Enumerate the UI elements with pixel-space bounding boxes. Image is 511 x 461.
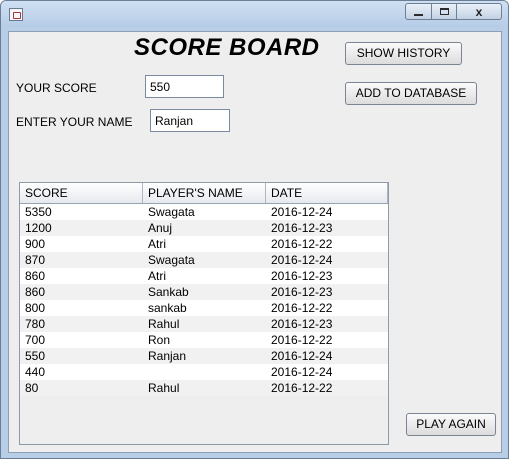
- table-row[interactable]: 440 2016-12-24: [20, 364, 388, 380]
- date-cell: 2016-12-23: [271, 317, 333, 331]
- date-cell: 2016-12-23: [271, 269, 333, 283]
- score-cell: 700: [25, 333, 46, 347]
- add-to-database-button[interactable]: ADD TO DATABASE: [345, 82, 477, 105]
- your-score-field[interactable]: [145, 75, 224, 98]
- table-row[interactable]: 860 Atri 2016-12-23: [20, 268, 388, 284]
- score-cell: 80: [25, 381, 39, 395]
- play-again-button[interactable]: PLAY AGAIN: [406, 413, 496, 436]
- score-cell: 1200: [25, 221, 52, 235]
- player-name-cell: Swagata: [148, 253, 195, 267]
- app-window: x SCORE BOARD YOUR SCORE ENTER YOUR NAME…: [0, 0, 509, 459]
- player-name-cell: Rahul: [148, 381, 180, 395]
- date-cell: 2016-12-24: [271, 205, 333, 219]
- date-cell: 2016-12-23: [271, 221, 333, 235]
- minimize-button[interactable]: [405, 3, 432, 20]
- date-cell: 2016-12-22: [271, 237, 333, 251]
- table-body: 5350 Swagata 2016-12-24 1200 Anuj 2016-12-23…: [20, 204, 388, 396]
- table-row[interactable]: 5350 Swagata 2016-12-24: [20, 204, 388, 220]
- date-cell: 2016-12-22: [271, 381, 333, 395]
- minimize-icon: [414, 13, 423, 16]
- table-row[interactable]: 780 Rahul 2016-12-23: [20, 316, 388, 332]
- date-cell: 2016-12-22: [271, 301, 333, 315]
- close-button[interactable]: x: [456, 3, 502, 20]
- name-label: ENTER YOUR NAME: [16, 115, 133, 129]
- score-cell: 860: [25, 269, 46, 283]
- date-cell: 2016-12-23: [271, 285, 333, 299]
- score-cell: 800: [25, 301, 46, 315]
- date-cell: 2016-12-24: [271, 349, 333, 363]
- table-header: SCORE PLAYER'S NAME DATE: [20, 183, 388, 204]
- date-cell: 2016-12-24: [271, 365, 333, 379]
- score-cell: 5350: [25, 205, 52, 219]
- maximize-button[interactable]: [431, 3, 457, 20]
- score-table[interactable]: SCORE PLAYER'S NAME DATE 5350 Swagata 2016…: [19, 182, 389, 445]
- maximize-icon: [439, 8, 449, 15]
- column-header-player-name[interactable]: PLAYER'S NAME: [143, 183, 266, 203]
- your-score-label: YOUR SCORE: [16, 81, 97, 95]
- table-row[interactable]: 550 Ranjan 2016-12-24: [20, 348, 388, 364]
- name-field[interactable]: [150, 109, 230, 132]
- column-header-date[interactable]: DATE: [266, 183, 388, 203]
- player-name-cell: Anuj: [148, 221, 173, 235]
- date-cell: 2016-12-24: [271, 253, 333, 267]
- player-name-cell: [143, 364, 266, 380]
- score-cell: 550: [25, 349, 46, 363]
- date-cell: 2016-12-22: [271, 333, 333, 347]
- score-cell: 900: [25, 237, 46, 251]
- table-row[interactable]: 1200 Anuj 2016-12-23: [20, 220, 388, 236]
- show-history-button[interactable]: SHOW HISTORY: [345, 42, 462, 65]
- player-name-cell: Sankab: [148, 285, 189, 299]
- page-title: SCORE BOARD: [134, 34, 320, 61]
- player-name-cell: Atri: [148, 237, 166, 251]
- title-bar[interactable]: x: [1, 1, 508, 27]
- player-name-cell: sankab: [148, 301, 187, 315]
- content-panel: SCORE BOARD YOUR SCORE ENTER YOUR NAME S…: [8, 31, 502, 453]
- close-icon: x: [475, 4, 483, 19]
- app-window-icon[interactable]: [9, 8, 23, 21]
- table-row[interactable]: 900 Atri 2016-12-22: [20, 236, 388, 252]
- table-row[interactable]: 80 Rahul 2016-12-22: [20, 380, 388, 396]
- table-row[interactable]: 870 Swagata 2016-12-24: [20, 252, 388, 268]
- table-row[interactable]: 860 Sankab 2016-12-23: [20, 284, 388, 300]
- player-name-cell: Swagata: [148, 205, 195, 219]
- column-header-score[interactable]: SCORE: [20, 183, 143, 203]
- score-cell: 860: [25, 285, 46, 299]
- score-cell: 870: [25, 253, 46, 267]
- player-name-cell: Ranjan: [148, 349, 187, 363]
- player-name-cell: Rahul: [148, 317, 180, 331]
- table-row[interactable]: 700 Ron 2016-12-22: [20, 332, 388, 348]
- table-row[interactable]: 800 sankab 2016-12-22: [20, 300, 388, 316]
- window-controls: x: [405, 3, 502, 21]
- score-cell: 440: [25, 365, 46, 379]
- score-cell: 780: [25, 317, 46, 331]
- player-name-cell: Atri: [148, 269, 166, 283]
- player-name-cell: Ron: [148, 333, 171, 347]
